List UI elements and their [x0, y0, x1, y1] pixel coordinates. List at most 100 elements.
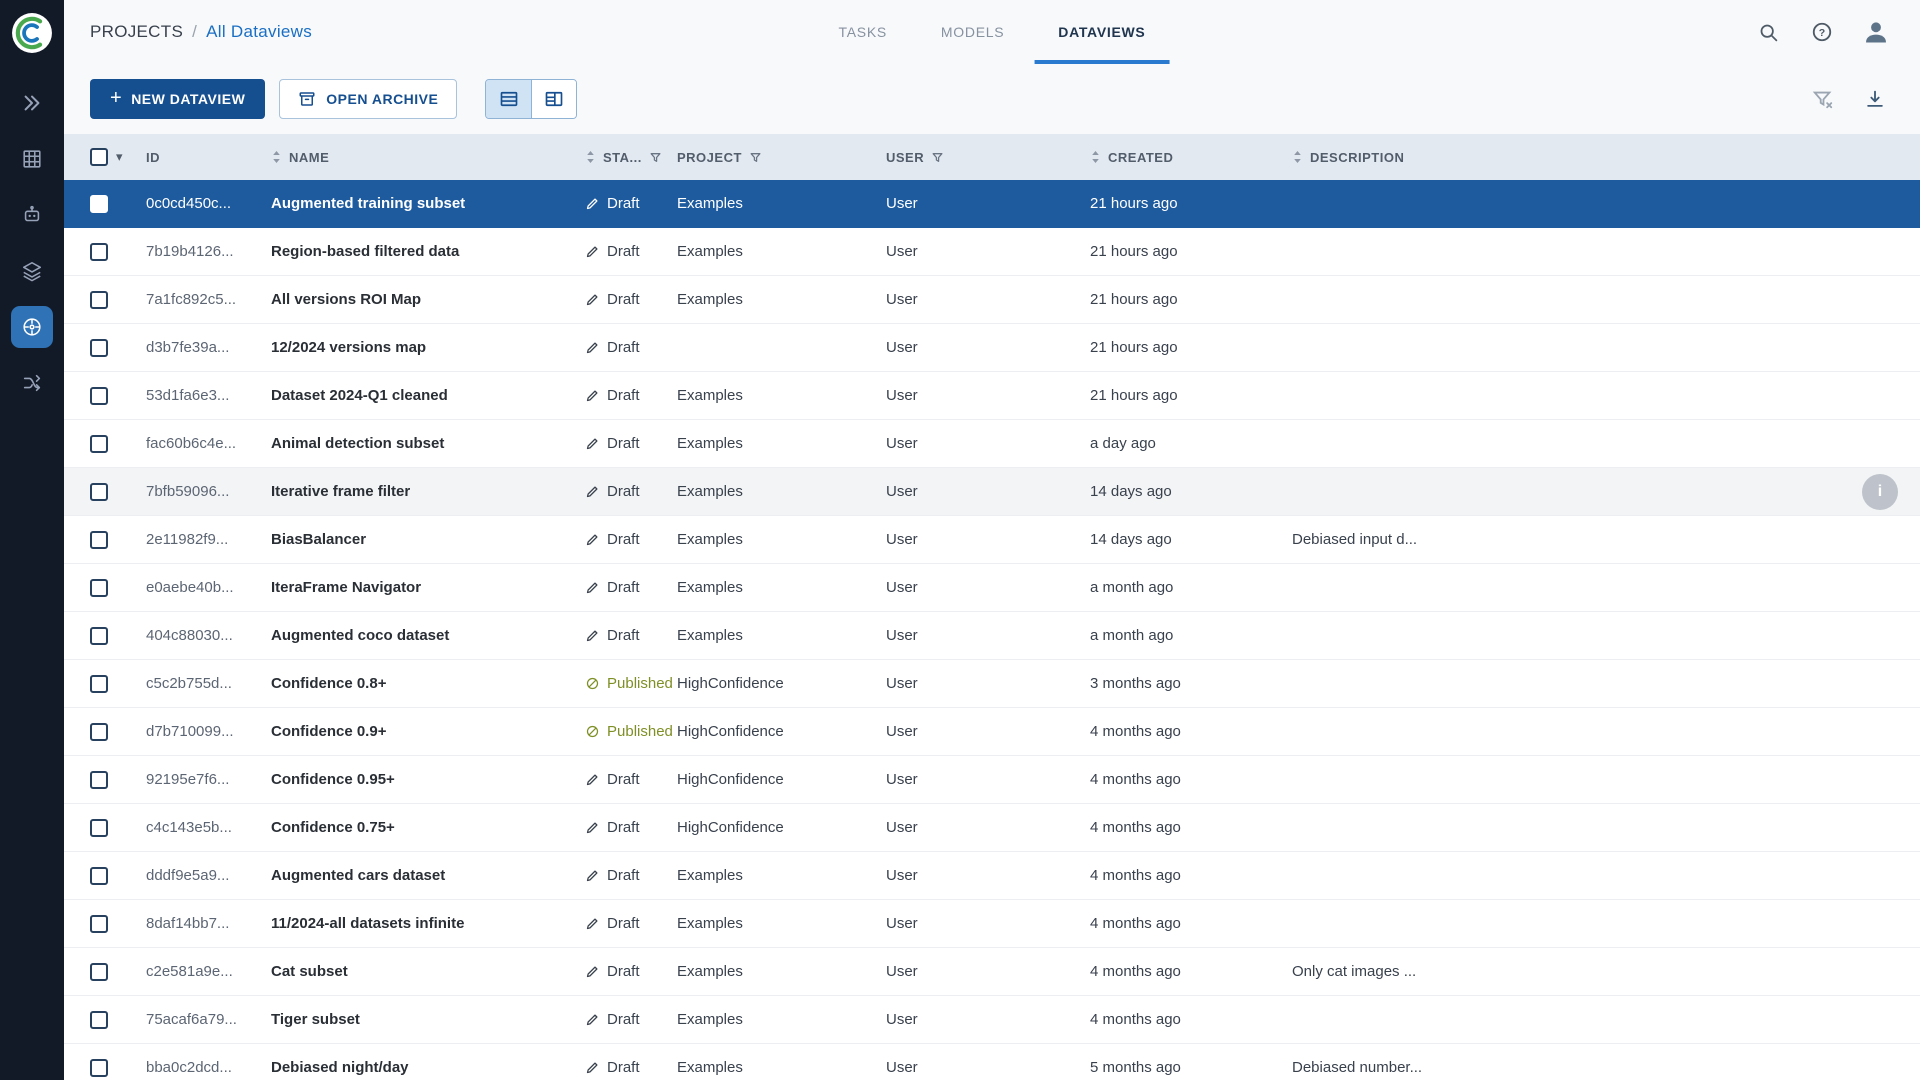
breadcrumb-projects[interactable]: PROJECTS: [90, 22, 183, 42]
row-name: Cat subset: [271, 963, 585, 980]
column-header-user[interactable]: USER: [886, 150, 1090, 165]
table-row[interactable]: dddf9e5a9...Augmented cars datasetDraftE…: [64, 852, 1920, 900]
row-id: 7bfb59096...: [146, 483, 271, 500]
row-description: Debiased number...: [1292, 1059, 1894, 1076]
filter-icon[interactable]: [749, 151, 762, 164]
row-checkbox[interactable]: [90, 195, 108, 213]
help-icon[interactable]: ?: [1804, 14, 1840, 50]
chevron-down-icon[interactable]: ▾: [116, 149, 123, 165]
select-all-checkbox[interactable]: [90, 148, 108, 166]
table-row[interactable]: fac60b6c4e...Animal detection subsetDraf…: [64, 420, 1920, 468]
row-name: 12/2024 versions map: [271, 339, 585, 356]
row-checkbox[interactable]: [90, 243, 108, 261]
column-header-id[interactable]: ID: [146, 150, 271, 165]
table-row[interactable]: e0aebe40b...IteraFrame NavigatorDraftExa…: [64, 564, 1920, 612]
filter-icon[interactable]: [649, 151, 662, 164]
row-status: Draft: [585, 339, 677, 356]
user-avatar-icon[interactable]: [1858, 14, 1894, 50]
table-row[interactable]: 0c0cd450c...Augmented training subsetDra…: [64, 180, 1920, 228]
table-row[interactable]: 75acaf6a79...Tiger subsetDraftExamplesUs…: [64, 996, 1920, 1044]
row-project: Examples: [677, 867, 886, 884]
status-label: Draft: [607, 531, 640, 548]
row-checkbox[interactable]: [90, 339, 108, 357]
table-row[interactable]: 404c88030...Augmented coco datasetDraftE…: [64, 612, 1920, 660]
column-header-description[interactable]: DESCRIPTION: [1292, 150, 1894, 165]
row-checkbox[interactable]: [90, 819, 108, 837]
sort-icon[interactable]: [271, 150, 282, 164]
tab-models[interactable]: MODELS: [917, 0, 1028, 64]
sidebar-item-annotator[interactable]: [11, 194, 53, 236]
table-row[interactable]: 92195e7f6...Confidence 0.95+DraftHighCon…: [64, 756, 1920, 804]
table-row[interactable]: c4c143e5b...Confidence 0.75+DraftHighCon…: [64, 804, 1920, 852]
table-row[interactable]: c5c2b755d...Confidence 0.8+PublishedHigh…: [64, 660, 1920, 708]
row-checkbox[interactable]: [90, 483, 108, 501]
sidebar-item-pipelines[interactable]: [11, 362, 53, 404]
table-row[interactable]: 2e11982f9...BiasBalancerDraftExamplesUse…: [64, 516, 1920, 564]
table-row[interactable]: c2e581a9e...Cat subsetDraftExamplesUser4…: [64, 948, 1920, 996]
row-created: 4 months ago: [1090, 963, 1292, 980]
row-checkbox[interactable]: [90, 963, 108, 981]
floating-info-button[interactable]: i: [1862, 474, 1898, 510]
row-id: fac60b6c4e...: [146, 435, 271, 452]
row-checkbox[interactable]: [90, 531, 108, 549]
row-status: Draft: [585, 195, 677, 212]
row-name: Region-based filtered data: [271, 243, 585, 260]
column-header-project[interactable]: PROJECT: [677, 150, 886, 165]
app-logo-icon[interactable]: [11, 12, 53, 54]
clear-filters-icon[interactable]: [1804, 80, 1842, 118]
column-label-description: DESCRIPTION: [1310, 150, 1404, 165]
table-row[interactable]: 8daf14bb7...11/2024-all datasets infinit…: [64, 900, 1920, 948]
table-row[interactable]: bba0c2dcd...Debiased night/dayDraftExamp…: [64, 1044, 1920, 1080]
breadcrumb-all-dataviews[interactable]: All Dataviews: [206, 22, 312, 42]
row-checkbox[interactable]: [90, 291, 108, 309]
row-user: User: [886, 915, 1090, 932]
sort-icon[interactable]: [1090, 150, 1101, 164]
row-project: Examples: [677, 195, 886, 212]
row-checkbox[interactable]: [90, 723, 108, 741]
table-row[interactable]: 7a1fc892c5...All versions ROI MapDraftEx…: [64, 276, 1920, 324]
tab-dataviews[interactable]: DATAVIEWS: [1034, 0, 1169, 64]
sidebar-item-boards[interactable]: [11, 138, 53, 180]
table-row[interactable]: 7b19b4126...Region-based filtered dataDr…: [64, 228, 1920, 276]
row-project: Examples: [677, 1011, 886, 1028]
draft-pencil-icon: [585, 964, 600, 979]
row-checkbox[interactable]: [90, 675, 108, 693]
new-dataview-button[interactable]: + NEW DATAVIEW: [90, 79, 265, 119]
sidebar-item-dataviews[interactable]: [11, 306, 53, 348]
column-label-project: PROJECT: [677, 150, 742, 165]
sort-icon[interactable]: [1292, 150, 1303, 164]
row-checkbox[interactable]: [90, 579, 108, 597]
table-row[interactable]: 53d1fa6e3...Dataset 2024-Q1 cleanedDraft…: [64, 372, 1920, 420]
sidebar-item-menu-expand[interactable]: [11, 82, 53, 124]
row-user: User: [886, 483, 1090, 500]
row-status: Published: [585, 723, 677, 740]
tab-tasks[interactable]: TASKS: [815, 0, 911, 64]
row-checkbox[interactable]: [90, 387, 108, 405]
search-icon[interactable]: [1750, 14, 1786, 50]
table-row[interactable]: d3b7fe39a...12/2024 versions mapDraftUse…: [64, 324, 1920, 372]
column-header-created[interactable]: CREATED: [1090, 150, 1292, 165]
row-checkbox[interactable]: [90, 867, 108, 885]
row-project: Examples: [677, 387, 886, 404]
row-checkbox[interactable]: [90, 771, 108, 789]
row-checkbox[interactable]: [90, 915, 108, 933]
sidebar-item-datasets[interactable]: [11, 250, 53, 292]
row-checkbox[interactable]: [90, 1059, 108, 1077]
row-select-cell: [90, 723, 146, 741]
split-view-button[interactable]: [531, 80, 576, 118]
row-checkbox[interactable]: [90, 627, 108, 645]
topbar-actions: ?: [1750, 14, 1894, 50]
published-icon: [585, 676, 600, 691]
column-header-status[interactable]: STA...: [585, 150, 677, 165]
table-row[interactable]: 7bfb59096...Iterative frame filterDraftE…: [64, 468, 1920, 516]
sort-icon[interactable]: [585, 150, 596, 164]
row-user: User: [886, 195, 1090, 212]
open-archive-button[interactable]: OPEN ARCHIVE: [279, 79, 457, 119]
table-row[interactable]: d7b710099...Confidence 0.9+PublishedHigh…: [64, 708, 1920, 756]
row-checkbox[interactable]: [90, 435, 108, 453]
row-checkbox[interactable]: [90, 1011, 108, 1029]
download-icon[interactable]: [1856, 80, 1894, 118]
filter-icon[interactable]: [931, 151, 944, 164]
column-header-name[interactable]: NAME: [271, 150, 585, 165]
table-view-button[interactable]: [486, 80, 531, 118]
